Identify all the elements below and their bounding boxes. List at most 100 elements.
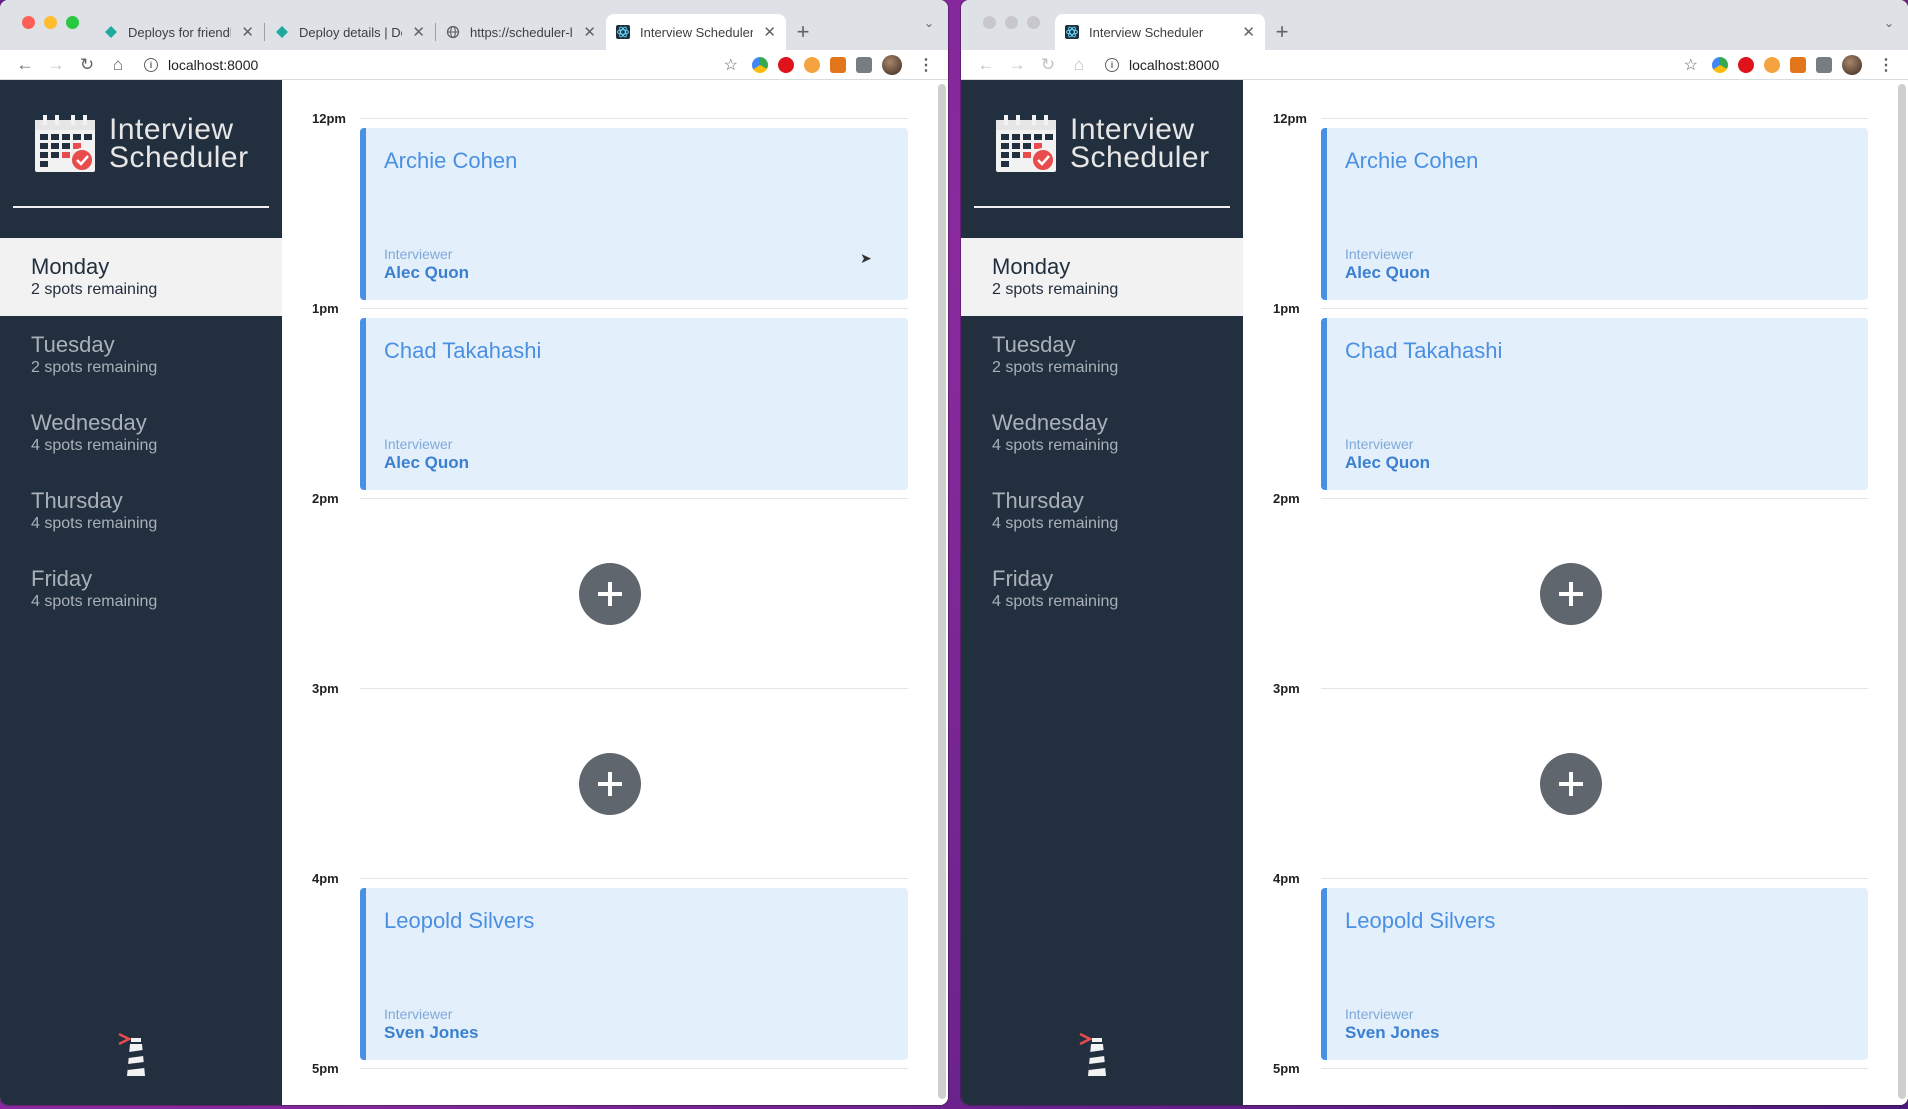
add-appointment-button[interactable] xyxy=(1540,753,1602,815)
sidebar-divider xyxy=(13,206,269,208)
calendar-logo-icon xyxy=(35,115,95,172)
reload-icon[interactable]: ↻ xyxy=(76,54,98,76)
day-name: Wednesday xyxy=(992,410,1108,435)
extension-cookie-icon[interactable] xyxy=(804,56,820,73)
extension-color-icon[interactable] xyxy=(1712,56,1728,73)
add-appointment-button[interactable] xyxy=(1540,563,1602,625)
slot-divider xyxy=(360,498,908,499)
tab-search-icon[interactable]: ⌄ xyxy=(924,16,934,30)
add-appointment-button[interactable] xyxy=(579,753,641,815)
day-item-monday[interactable]: Monday 2 spots remaining xyxy=(0,238,282,316)
appointment-card[interactable]: Chad Takahashi Interviewer Alec Quon xyxy=(360,318,908,490)
home-icon[interactable]: ⌂ xyxy=(1068,54,1090,76)
extensions-puzzle-icon[interactable] xyxy=(856,56,872,73)
close-tab-icon[interactable]: ✕ xyxy=(763,23,776,41)
day-item-tuesday[interactable]: Tuesday 2 spots remaining xyxy=(961,316,1243,394)
appointment-card[interactable]: Leopold Silvers Interviewer Sven Jones xyxy=(360,888,908,1060)
reload-icon[interactable]: ↻ xyxy=(1037,54,1059,76)
slot-divider xyxy=(1321,688,1868,689)
bookmark-star-icon[interactable]: ☆ xyxy=(1684,55,1698,75)
appointment-card[interactable]: Chad Takahashi Interviewer Alec Quon xyxy=(1321,318,1868,490)
day-list: Monday 2 spots remaining Tuesday 2 spots… xyxy=(0,238,282,628)
app-logo: Interview Scheduler xyxy=(33,114,249,174)
minimize-window-button[interactable] xyxy=(44,16,57,29)
day-item-friday[interactable]: Friday 4 spots remaining xyxy=(961,550,1243,628)
interviewer-label: Interviewer xyxy=(384,246,453,262)
tab-interview-scheduler[interactable]: Interview Scheduler ✕ xyxy=(1055,14,1265,50)
day-item-wednesday[interactable]: Wednesday 4 spots remaining xyxy=(961,394,1243,472)
minimize-window-button[interactable] xyxy=(1005,16,1018,29)
browser-menu-icon[interactable]: ⋮ xyxy=(918,55,934,75)
site-info-icon[interactable]: i xyxy=(1105,57,1119,72)
interviewer-label: Interviewer xyxy=(384,1006,453,1022)
tab-deploy-details[interactable]: Deploy details | Deplo ✕ xyxy=(265,14,435,50)
close-window-button[interactable] xyxy=(983,16,996,29)
extension-opera-icon[interactable] xyxy=(1738,56,1754,73)
slot-divider xyxy=(1321,498,1868,499)
react-icon xyxy=(1065,25,1079,39)
student-name: Leopold Silvers xyxy=(384,908,535,933)
extension-metamask-icon[interactable] xyxy=(830,56,846,73)
maximize-window-button[interactable] xyxy=(1027,16,1040,29)
interviewer-label: Interviewer xyxy=(1345,436,1414,452)
home-icon[interactable]: ⌂ xyxy=(107,54,129,76)
forward-icon[interactable]: → xyxy=(1006,54,1028,76)
extension-metamask-icon[interactable] xyxy=(1790,56,1806,73)
appointment-card[interactable]: Leopold Silvers Interviewer Sven Jones xyxy=(1321,888,1868,1060)
day-spots: 4 spots remaining xyxy=(31,593,158,610)
browser-window-right: Interview Scheduler ✕ + ⌄ ← → ↻ ⌂ i loca… xyxy=(961,0,1908,1105)
extension-color-icon[interactable] xyxy=(752,56,768,73)
interviewer-label: Interviewer xyxy=(1345,246,1414,262)
tab-search-icon[interactable]: ⌄ xyxy=(1884,16,1894,30)
time-label: 3pm xyxy=(312,681,339,696)
app-logo: Interview Scheduler xyxy=(994,114,1210,174)
profile-avatar[interactable] xyxy=(882,54,902,75)
extension-cookie-icon[interactable] xyxy=(1764,56,1780,73)
interviewer-label: Interviewer xyxy=(1345,1006,1414,1022)
close-tab-icon[interactable]: ✕ xyxy=(241,23,254,41)
maximize-window-button[interactable] xyxy=(66,16,79,29)
close-tab-icon[interactable]: ✕ xyxy=(1242,23,1255,41)
add-appointment-button[interactable] xyxy=(579,563,641,625)
forward-icon[interactable]: → xyxy=(45,54,67,76)
appointment-card[interactable]: Archie Cohen Interviewer Alec Quon xyxy=(360,128,908,300)
new-tab-button[interactable]: + xyxy=(786,14,820,50)
day-item-wednesday[interactable]: Wednesday 4 spots remaining xyxy=(0,394,282,472)
mouse-cursor-icon: ➤ xyxy=(860,250,872,266)
day-name: Thursday xyxy=(31,488,123,513)
day-name: Tuesday xyxy=(31,332,115,357)
extensions-puzzle-icon[interactable] xyxy=(1816,56,1832,73)
slot-divider xyxy=(360,688,908,689)
logo-line-1: Interview xyxy=(1070,113,1195,146)
tab-interview-scheduler[interactable]: Interview Scheduler ✕ xyxy=(606,14,786,50)
close-tab-icon[interactable]: ✕ xyxy=(583,23,596,41)
day-item-thursday[interactable]: Thursday 4 spots remaining xyxy=(961,472,1243,550)
tab-deploys[interactable]: Deploys for friendly-p ✕ xyxy=(94,14,264,50)
close-tab-icon[interactable]: ✕ xyxy=(412,23,425,41)
extension-opera-icon[interactable] xyxy=(778,56,794,73)
back-icon[interactable]: ← xyxy=(975,54,997,76)
browser-menu-icon[interactable]: ⋮ xyxy=(1878,55,1894,75)
bookmark-star-icon[interactable]: ☆ xyxy=(724,55,738,75)
site-info-icon[interactable]: i xyxy=(144,57,158,72)
scrollbar[interactable] xyxy=(1898,84,1906,1099)
day-list: Monday 2 spots remaining Tuesday 2 spots… xyxy=(961,238,1243,628)
appointment-card[interactable]: Archie Cohen Interviewer Alec Quon xyxy=(1321,128,1868,300)
day-item-friday[interactable]: Friday 4 spots remaining xyxy=(0,550,282,628)
time-label: 4pm xyxy=(1273,871,1300,886)
tab-scheduler-url[interactable]: https://scheduler-lhl- ✕ xyxy=(436,14,606,50)
student-name: Archie Cohen xyxy=(384,148,518,173)
day-spots: 4 spots remaining xyxy=(31,515,158,532)
close-window-button[interactable] xyxy=(22,16,35,29)
time-label: 1pm xyxy=(1273,301,1300,316)
back-icon[interactable]: ← xyxy=(14,54,36,76)
interviewer-name: Alec Quon xyxy=(1345,453,1431,472)
day-item-thursday[interactable]: Thursday 4 spots remaining xyxy=(0,472,282,550)
profile-avatar[interactable] xyxy=(1842,54,1862,75)
address-bar[interactable]: i localhost:8000 xyxy=(144,57,724,73)
new-tab-button[interactable]: + xyxy=(1265,14,1299,50)
scrollbar[interactable] xyxy=(938,84,946,1099)
day-item-monday[interactable]: Monday 2 spots remaining xyxy=(961,238,1243,316)
day-item-tuesday[interactable]: Tuesday 2 spots remaining xyxy=(0,316,282,394)
address-bar[interactable]: i localhost:8000 xyxy=(1105,57,1684,73)
